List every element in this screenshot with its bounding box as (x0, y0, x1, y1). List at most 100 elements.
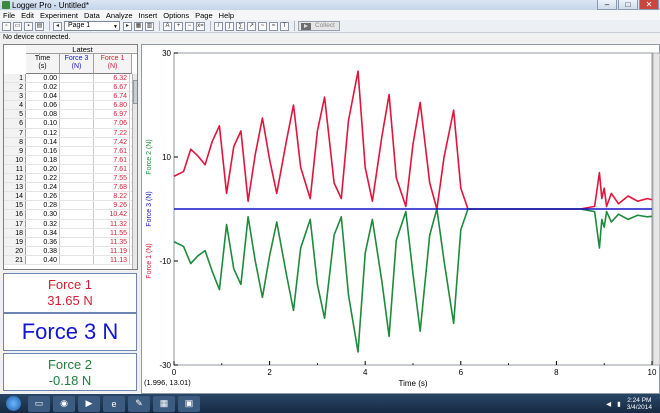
graph-window[interactable]: 0 2 4 6 8 10 -30 -10 10 30 Time (s) Force 1 (N) Forc… (141, 44, 660, 394)
cell-force1: 11.32 (94, 219, 130, 228)
tangent-icon[interactable]: / (214, 21, 223, 31)
table-row[interactable]: 14 0.26 8.22 (4, 192, 137, 202)
table-row[interactable]: 2 0.02 6.67 (4, 83, 137, 93)
table-scrollbar[interactable] (132, 74, 137, 269)
row-index: 18 (4, 228, 26, 237)
collect-label: Collect (315, 22, 335, 29)
cell-force1: 7.61 (94, 146, 130, 155)
graph-icon[interactable]: ▥ (145, 21, 154, 31)
cell-force1: 7.06 (94, 119, 130, 128)
force-graph[interactable]: 0 2 4 6 8 10 -30 -10 10 30 Time (s) Force 1 (N) Forc… (142, 45, 660, 395)
curve-fit-icon[interactable]: ~ (258, 21, 267, 31)
text-annotation-icon[interactable]: T (280, 21, 289, 31)
menu-edit[interactable]: Edit (21, 11, 34, 20)
open-file-icon[interactable]: ▭ (13, 21, 22, 31)
menu-experiment[interactable]: Experiment (40, 11, 78, 20)
x-tick-label: 0 (172, 368, 177, 377)
clock-date: 3/4/2014 (626, 403, 652, 411)
menu-options[interactable]: Options (163, 11, 189, 20)
save-icon[interactable]: ▪ (24, 21, 33, 31)
meter-label: Force 1 (47, 277, 93, 292)
table-row[interactable]: 18 0.34 11.55 (4, 228, 137, 238)
table-row[interactable]: 13 0.24 7.68 (4, 183, 137, 193)
cell-force1: 6.80 (94, 101, 130, 110)
table-icon[interactable]: ▦ (134, 21, 143, 31)
table-row[interactable]: 21 0.40 11.13 (4, 255, 137, 265)
table-row[interactable]: 17 0.32 11.32 (4, 219, 137, 229)
examine-icon[interactable]: x= (196, 21, 205, 31)
cell-force1: 6.74 (94, 92, 130, 101)
column-header-time[interactable]: Time (s) (26, 54, 60, 74)
table-row[interactable]: 1 0.00 6.32 (4, 74, 137, 84)
meter-force2[interactable]: Force 2 -0.18 N (3, 353, 137, 391)
cell-force1: 9.26 (94, 201, 130, 210)
cell-time: 0.04 (26, 92, 60, 101)
chrome-icon[interactable]: ◉ (53, 395, 75, 412)
print-icon[interactable]: ▤ (35, 21, 44, 31)
zoom-out-icon[interactable]: − (185, 21, 194, 31)
menu-page[interactable]: Page (195, 11, 213, 20)
volume-icon[interactable]: ◀ (606, 400, 611, 408)
menu-help[interactable]: Help (219, 11, 234, 20)
row-index: 6 (4, 119, 26, 128)
data-table[interactable]: Latest Time (s) Force 3 (N) Force 1 (N) 1 0.… (3, 44, 138, 270)
cell-time: 0.38 (26, 246, 60, 255)
table-row[interactable]: 7 0.12 7.22 (4, 128, 137, 138)
table-row[interactable]: 8 0.14 7.42 (4, 137, 137, 147)
cell-time: 0.20 (26, 164, 60, 174)
menu-analyze[interactable]: Analyze (106, 11, 133, 20)
cell-force1: 7.42 (94, 137, 130, 146)
clock[interactable]: 2:24 PM 3/4/2014 (627, 397, 652, 411)
table-row[interactable]: 6 0.10 7.06 (4, 119, 137, 129)
notes-icon[interactable]: ✎ (128, 395, 150, 412)
menu-file[interactable]: File (3, 11, 15, 20)
table-row[interactable]: 10 0.18 7.61 (4, 155, 137, 165)
column-header-force1[interactable]: Force 1 (N) (94, 54, 132, 74)
page-select[interactable]: Page 1 ▼ (64, 21, 120, 31)
minimize-button[interactable]: – (597, 0, 617, 10)
table-row[interactable]: 4 0.06 6.80 (4, 101, 137, 111)
next-page-icon[interactable]: ▸ (123, 21, 132, 31)
table-row[interactable]: 3 0.04 6.74 (4, 92, 137, 102)
table-row[interactable]: 12 0.22 7.55 (4, 174, 137, 184)
start-button[interactable] (6, 396, 21, 411)
autoscale-icon[interactable]: A (163, 21, 172, 31)
meter-force1[interactable]: Force 1 31.65 N (3, 273, 137, 313)
menu-data[interactable]: Data (84, 11, 100, 20)
menu-insert[interactable]: Insert (139, 11, 158, 20)
linear-fit-icon[interactable]: ↗ (247, 21, 256, 31)
collect-button[interactable]: Collect (298, 21, 340, 31)
table-row[interactable]: 15 0.28 9.26 (4, 201, 137, 211)
media-player-icon[interactable]: ▶ (78, 395, 100, 412)
close-button[interactable]: ✕ (639, 0, 659, 10)
cell-time: 0.40 (26, 255, 60, 264)
table-row[interactable]: 20 0.38 11.19 (4, 246, 137, 256)
y-tick-label: 10 (162, 153, 171, 162)
column-header-force3[interactable]: Force 3 (N) (60, 54, 94, 74)
maximize-button[interactable]: □ (618, 0, 638, 10)
table-row[interactable]: 9 0.16 7.61 (4, 146, 137, 156)
scrollbar-thumb[interactable] (133, 80, 137, 104)
cell-time: 0.16 (26, 146, 60, 155)
internet-explorer-icon[interactable]: e (103, 395, 125, 412)
meter-force3[interactable]: Force 3 N (3, 313, 137, 351)
explorer-icon[interactable]: ▭ (28, 395, 50, 412)
column-unit: (N) (107, 63, 118, 70)
graph-scrollbar[interactable] (652, 52, 660, 366)
model-icon[interactable]: ≈ (269, 21, 278, 31)
menu-bar: File Edit Experiment Data Analyze Insert… (0, 10, 660, 20)
zoom-in-icon[interactable]: + (174, 21, 183, 31)
table-row[interactable]: 19 0.36 11.35 (4, 237, 137, 247)
new-file-icon[interactable]: ▫ (2, 21, 11, 31)
toolbar: ▫ ▭ ▪ ▤ ◂ Page 1 ▼ ▸ ▦ ▥ A + − x= / ∫ ∑ ↗… (0, 20, 660, 33)
table-row[interactable]: 5 0.08 6.97 (4, 110, 137, 120)
network-icon[interactable]: ▮ (617, 400, 621, 408)
app-taskbar-icon[interactable]: ▣ (178, 395, 200, 412)
cell-force3 (60, 164, 94, 174)
integral-icon[interactable]: ∫ (225, 21, 234, 31)
page-back-icon[interactable]: ◂ (53, 21, 62, 31)
table-row[interactable]: 16 0.30 10.42 (4, 210, 137, 220)
table-row[interactable]: 11 0.20 7.61 (4, 164, 137, 175)
logger-pro-taskbar-icon[interactable]: ▦ (153, 395, 175, 412)
statistics-icon[interactable]: ∑ (236, 21, 245, 31)
